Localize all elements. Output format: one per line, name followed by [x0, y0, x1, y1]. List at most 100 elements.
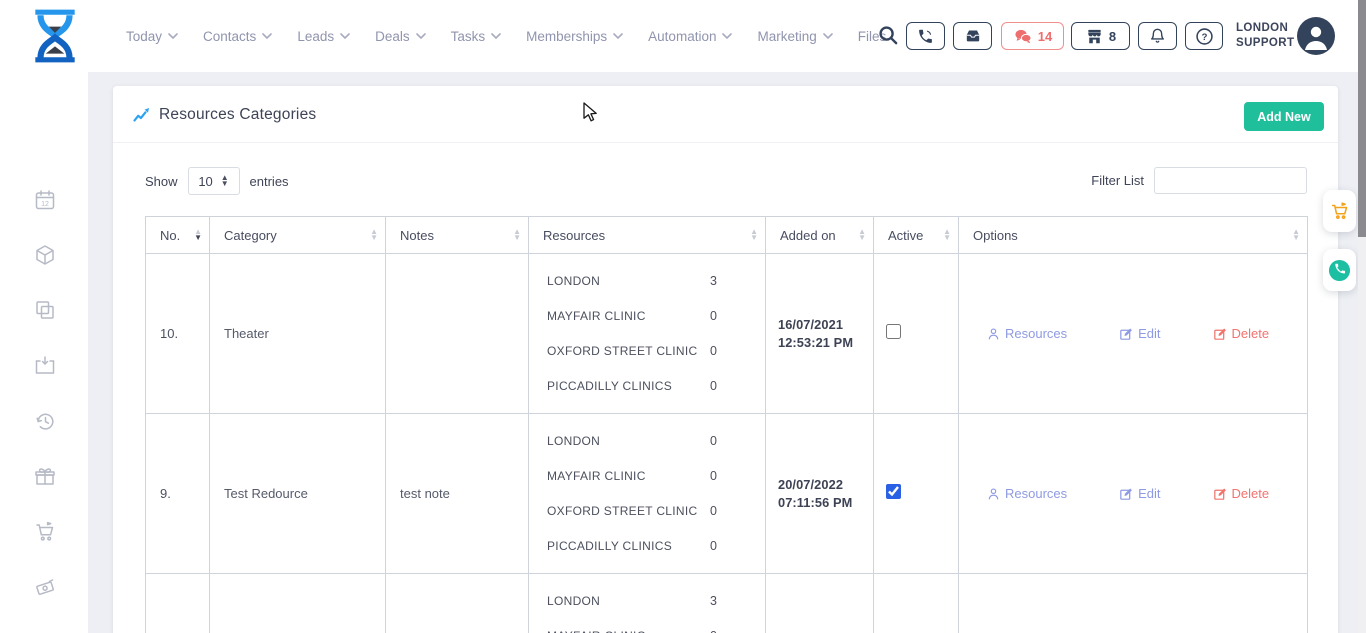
table-row: 10. Theater LONDON3 MAYFAIR CLINIC0 OXFO…	[146, 254, 1308, 414]
app: Today Contacts Leads Deals Tasks Members…	[0, 0, 1366, 633]
nav-item-contacts[interactable]: Contacts	[203, 29, 272, 44]
gift-icon[interactable]	[33, 464, 57, 488]
filter-control: Filter List	[1091, 167, 1307, 194]
search-icon[interactable]	[877, 25, 899, 47]
copy-icon[interactable]	[33, 298, 57, 322]
page-size-select[interactable]: 10 ▲▼	[188, 167, 240, 195]
chat-icon	[1013, 28, 1033, 44]
resource-count: 3	[710, 274, 717, 288]
nav-item-today[interactable]: Today	[126, 29, 178, 44]
resource-count: 0	[710, 379, 717, 393]
nav-item-leads[interactable]: Leads	[297, 29, 350, 44]
account-line2: SUPPORT	[1236, 36, 1294, 51]
chevron-down-icon	[823, 33, 833, 39]
added-time: 12:53:21 PM	[778, 334, 873, 352]
store-button[interactable]: 8	[1071, 22, 1130, 50]
sort-icon: ▲▼	[513, 229, 521, 241]
resource-name: LONDON	[547, 434, 710, 448]
money-tag-icon[interactable]	[33, 575, 57, 599]
history-icon[interactable]	[33, 409, 57, 433]
page-title: Resources Categories	[159, 106, 316, 124]
help-icon: ?	[1195, 27, 1214, 46]
entries-label: entries	[250, 174, 289, 189]
chat-button[interactable]: 14	[1001, 22, 1064, 50]
delete-icon	[1213, 487, 1227, 501]
cell-no: 10.	[146, 254, 210, 414]
nav-label: Leads	[297, 29, 334, 44]
resource-name: PICCADILLY CLINICS	[547, 539, 710, 553]
active-checkbox[interactable]	[886, 484, 901, 499]
cell-added-on: 16/07/2021 12:53:21 PM	[766, 254, 874, 414]
notifications-button[interactable]	[1138, 22, 1177, 50]
chevron-down-icon	[340, 33, 350, 39]
nav-label: Deals	[375, 29, 410, 44]
resources-table: No.▲▼ Category▲▼ Notes▲▼ Resources▲▼ Add…	[145, 216, 1308, 633]
edit-link[interactable]: Edit	[1119, 486, 1160, 501]
person-icon	[987, 487, 1000, 501]
column-header-category[interactable]: Category▲▼	[210, 217, 386, 254]
sort-icon: ▲▼	[858, 229, 866, 241]
nav-item-automation[interactable]: Automation	[648, 29, 732, 44]
added-date: 16/07/2021	[778, 316, 873, 334]
topbar: Today Contacts Leads Deals Tasks Members…	[0, 0, 1366, 72]
floating-phone-button[interactable]	[1323, 249, 1356, 291]
delete-icon	[1213, 327, 1227, 341]
resource-name: LONDON	[547, 274, 710, 288]
svg-text:12: 12	[41, 201, 49, 208]
inbox-button[interactable]	[953, 22, 992, 50]
column-header-options[interactable]: Options▲▼	[959, 217, 1308, 254]
nav-item-tasks[interactable]: Tasks	[451, 29, 502, 44]
column-header-notes[interactable]: Notes▲▼	[386, 217, 529, 254]
resource-name: LONDON	[547, 594, 710, 608]
cart-icon[interactable]	[33, 520, 57, 544]
column-header-no[interactable]: No.▲▼	[146, 217, 210, 254]
added-date: 20/07/2022	[778, 476, 873, 494]
cell-added-on	[766, 574, 874, 633]
scrollbar-thumb[interactable]	[1358, 0, 1366, 237]
cell-notes	[386, 254, 529, 414]
column-header-resources[interactable]: Resources▲▼	[529, 217, 766, 254]
cell-resources: LONDON3 MAYFAIR CLINIC0	[529, 574, 766, 633]
nav-item-marketing[interactable]: Marketing	[757, 29, 832, 44]
delete-link[interactable]: Delete	[1213, 326, 1270, 341]
account-line1: LONDON	[1236, 21, 1294, 36]
resource-name: MAYFAIR CLINIC	[547, 629, 710, 633]
column-header-active[interactable]: Active▲▼	[874, 217, 959, 254]
nav-item-memberships[interactable]: Memberships	[526, 29, 623, 44]
cell-no: 9.	[146, 414, 210, 574]
nav-label: Tasks	[451, 29, 486, 44]
cell-category: Test Redource	[210, 414, 386, 574]
resources-categories-card: Resources Categories Add New Show 10 ▲▼ …	[113, 86, 1338, 633]
package-icon[interactable]	[33, 243, 57, 267]
add-new-button[interactable]: Add New	[1244, 102, 1324, 131]
edit-link[interactable]: Edit	[1119, 326, 1160, 341]
resource-count: 0	[710, 434, 717, 448]
cell-active	[874, 414, 959, 574]
resource-count: 0	[710, 469, 717, 483]
avatar[interactable]	[1297, 17, 1335, 55]
resource-count: 3	[710, 594, 717, 608]
calendar-icon[interactable]: 12	[33, 188, 57, 212]
cell-category	[210, 574, 386, 633]
filter-input[interactable]	[1154, 167, 1307, 194]
sort-icon: ▲▼	[750, 229, 758, 241]
resource-count: 0	[710, 629, 717, 633]
cell-category: Theater	[210, 254, 386, 414]
floating-cart-button[interactable]	[1323, 190, 1356, 232]
resources-link[interactable]: Resources	[987, 326, 1067, 341]
edit-icon	[1119, 327, 1133, 341]
store-icon	[1085, 28, 1104, 45]
card-header: Resources Categories Add New	[113, 86, 1338, 143]
phone-button[interactable]	[906, 22, 945, 50]
help-button[interactable]: ?	[1185, 22, 1223, 50]
column-header-added-on[interactable]: Added on▲▼	[766, 217, 874, 254]
chevron-down-icon	[168, 33, 178, 39]
nav-item-deals[interactable]: Deals	[375, 29, 426, 44]
chart-icon	[133, 107, 150, 123]
resource-count: 0	[710, 539, 717, 553]
active-checkbox[interactable]	[886, 324, 901, 339]
delete-link[interactable]: Delete	[1213, 486, 1270, 501]
order-box-icon[interactable]	[33, 353, 57, 377]
chevron-down-icon	[416, 33, 426, 39]
resources-link[interactable]: Resources	[987, 486, 1067, 501]
